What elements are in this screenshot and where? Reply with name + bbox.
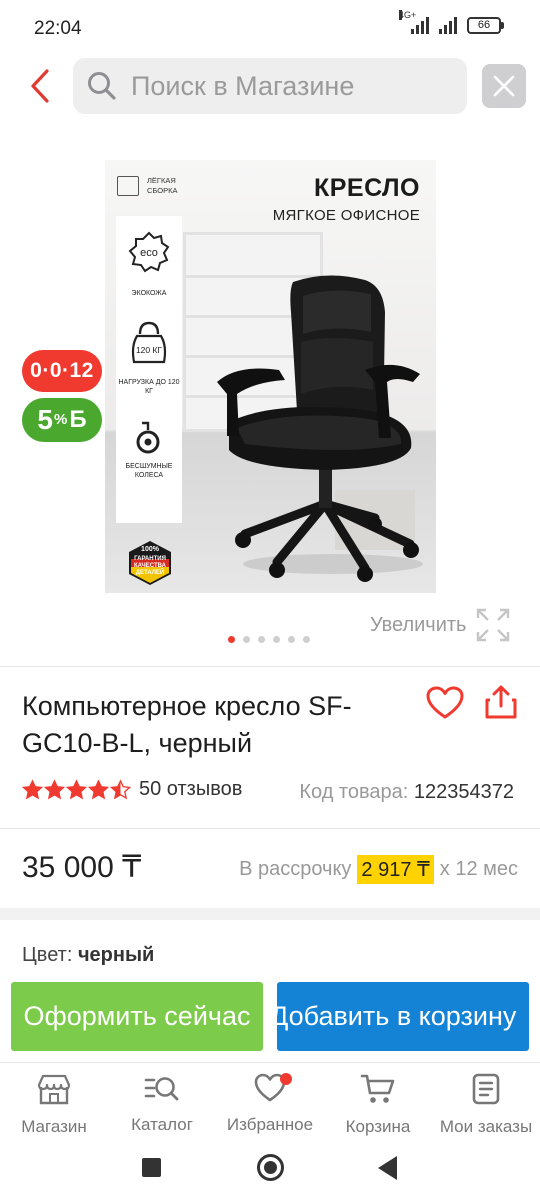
back-button[interactable]: [22, 66, 58, 106]
quality-badge-icon: 100% ГАРАНТИЯ КАЧЕСТВА ДЕТАЛЕЙ: [127, 540, 173, 586]
bonus-percent: 5: [37, 404, 53, 435]
notification-dot: [280, 1073, 292, 1085]
nav-label-catalog: Каталог: [131, 1115, 193, 1134]
nav-item-catalog[interactable]: Каталог: [108, 1073, 216, 1135]
installment-badge: 0·0·12: [22, 350, 102, 392]
rating[interactable]: 50 отзывов: [22, 778, 242, 801]
star-icon: [110, 779, 131, 800]
product-page: 22:04 4G+ 66 КРЕСЛО: [0, 0, 540, 1200]
catalog-icon: [144, 1077, 179, 1101]
color-value: черный: [77, 944, 155, 966]
home-button[interactable]: [257, 1154, 284, 1181]
gallery-dot[interactable]: [303, 636, 310, 643]
nav-label-favorites: Избранное: [226, 1115, 314, 1134]
system-navigation: [0, 1142, 540, 1200]
reviews-link[interactable]: 50 отзывов: [139, 778, 242, 801]
network-type-label: 4G+: [399, 10, 417, 20]
quality-badge-percent: 100%: [141, 546, 159, 553]
nav-label-cart: Корзина: [345, 1117, 411, 1136]
system-back-button[interactable]: [378, 1156, 397, 1180]
gallery-pagination: [228, 636, 310, 643]
puzzle-icon: [117, 176, 139, 196]
eco-leather-icon: eco: [128, 231, 170, 273]
zoom-button[interactable]: Увеличить: [370, 608, 510, 642]
status-icons: 4G+ 66: [399, 10, 504, 34]
nav-label-shop: Магазин: [21, 1117, 87, 1136]
search-input[interactable]: [131, 70, 431, 102]
cart-icon: [360, 1074, 395, 1103]
add-to-cart-label: Добавить в корзину: [277, 1001, 517, 1031]
color-selector[interactable]: Цвет: черный: [22, 944, 154, 967]
nav-item-orders[interactable]: Мои заказы: [432, 1073, 540, 1137]
expand-icon: [477, 608, 510, 642]
bottom-navigation: Магазин Каталог Избранное Корзина Мои за…: [0, 1062, 540, 1142]
divider: [0, 828, 540, 829]
office-chair-illustration: [217, 275, 423, 582]
nav-item-favorites[interactable]: Избранное: [216, 1073, 324, 1135]
gallery-dot[interactable]: [273, 636, 280, 643]
status-bar: 22:04 4G+ 66: [0, 0, 540, 56]
installment-prefix: В рассрочку: [239, 858, 352, 880]
buy-now-button[interactable]: Оформить сейчас: [11, 982, 263, 1051]
search-bar[interactable]: [73, 58, 467, 114]
nav-label-orders: Мои заказы: [439, 1117, 533, 1136]
gallery-dot[interactable]: [258, 636, 265, 643]
gallery-dot[interactable]: [288, 636, 295, 643]
shop-icon: [37, 1074, 71, 1105]
close-icon: [493, 75, 515, 97]
divider: [0, 666, 540, 667]
feature-wheels: БЕСШУМНЫЕ КОЛЕСА: [125, 463, 173, 479]
rating-stars: [22, 779, 131, 800]
status-time: 22:04: [34, 18, 82, 39]
nav-item-shop[interactable]: Магазин: [0, 1073, 108, 1137]
star-icon: [22, 779, 43, 800]
star-icon: [88, 779, 109, 800]
section-separator: [0, 908, 540, 920]
installment-amount: 2 917 ₸: [357, 855, 434, 884]
price: 35 000 ₸: [22, 851, 142, 884]
assembly-label: ЛЁГКАЯ СБОРКА: [147, 176, 178, 195]
nav-item-cart[interactable]: Корзина: [324, 1073, 432, 1137]
add-to-cart-button[interactable]: Добавить в корзину: [277, 982, 529, 1051]
share-button[interactable]: [484, 684, 518, 720]
product-code-value: 122354372: [413, 781, 514, 803]
star-icon: [66, 779, 87, 800]
eco-icon-text: eco: [140, 247, 158, 259]
recent-apps-button[interactable]: [142, 1158, 161, 1177]
bonus-currency: Б: [69, 406, 87, 433]
product-title: Компьютерное кресло SF-GC10-B-L, черный: [22, 691, 352, 758]
quality-badge-text: 100% ГАРАНТИЯ КАЧЕСТВА ДЕТАЛЕЙ: [127, 546, 173, 577]
color-label: Цвет:: [22, 944, 73, 966]
bonus-sign: %: [53, 411, 68, 428]
search-icon: [88, 72, 116, 100]
signal-icon: [439, 16, 457, 34]
favorite-button[interactable]: [426, 686, 464, 720]
wheel-icon: [136, 421, 160, 454]
battery-level: 66: [467, 16, 501, 34]
orders-icon: [472, 1073, 500, 1105]
star-icon: [44, 779, 65, 800]
chevron-left-icon: [31, 69, 49, 103]
bonus-badge: 5% Б: [22, 398, 102, 442]
quality-badge-caption: ГАРАНТИЯ КАЧЕСТВА ДЕТАЛЕЙ: [134, 556, 166, 576]
feature-load: НАГРУЗКА ДО 120 КГ: [118, 379, 180, 395]
kettlebell-icon: 120 КГ: [131, 321, 167, 364]
installment-info[interactable]: В рассрочку 2 917 ₸ x 12 мес: [239, 855, 518, 884]
features-panel: eco ЭКОКОЖА 120 КГ НАГРУЗКА ДО 120 КГ БЕ…: [116, 216, 182, 523]
battery-icon: 66: [467, 16, 504, 34]
gallery-dot[interactable]: [243, 636, 250, 643]
image-title: КРЕСЛО: [313, 174, 420, 202]
product-code: Код товара: 122354372: [299, 781, 514, 804]
signal-4g-icon: 4G+: [399, 10, 429, 34]
feature-eco: ЭКОКОЖА: [131, 290, 167, 297]
image-subtitle: МЯГКОЕ ОФИСНОЕ: [272, 207, 420, 224]
gallery-dot[interactable]: [228, 636, 235, 643]
product-image[interactable]: КРЕСЛО МЯГКОЕ ОФИСНОЕ ЛЁГКАЯ СБОРКА eco …: [105, 160, 436, 593]
close-button[interactable]: [482, 64, 526, 108]
installment-suffix: x 12 мес: [439, 858, 518, 880]
product-code-label: Код товара:: [299, 781, 409, 803]
zoom-label: Увеличить: [370, 613, 467, 636]
weight-icon-text: 120 КГ: [136, 345, 162, 355]
